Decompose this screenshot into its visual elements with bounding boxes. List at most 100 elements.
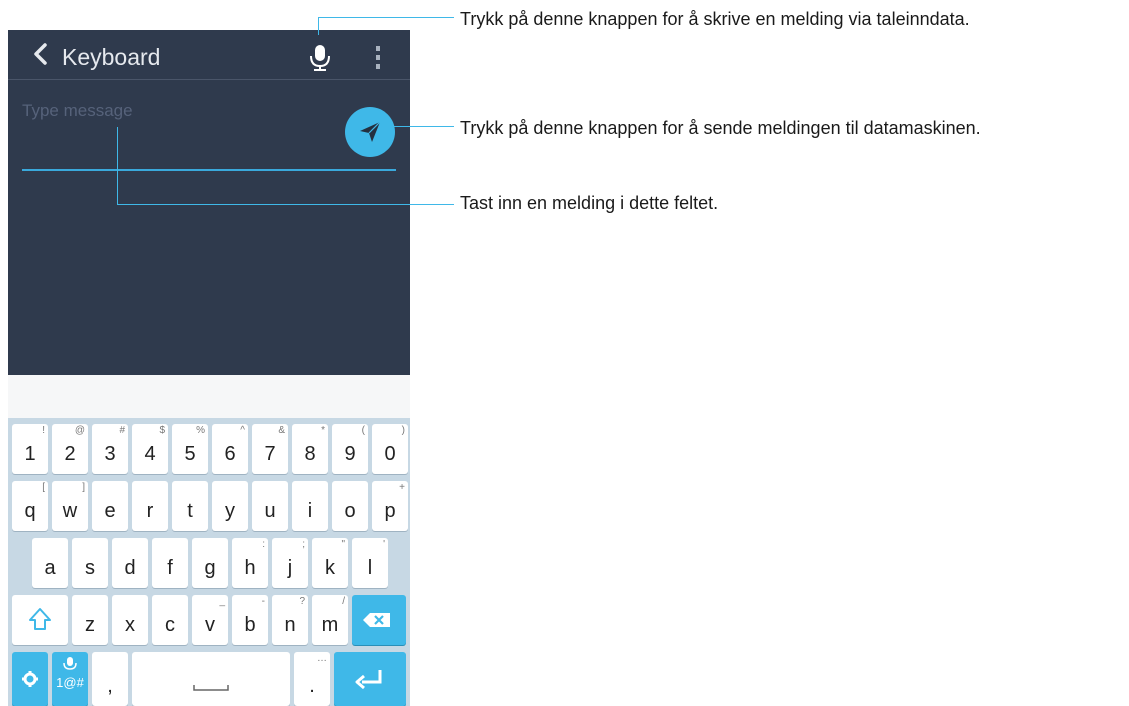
key-label: , xyxy=(107,675,113,697)
key-label: . xyxy=(309,675,315,697)
page-title: Keyboard xyxy=(62,44,161,70)
key-i[interactable]: i xyxy=(292,481,328,531)
input-underline xyxy=(22,169,396,171)
key-9[interactable]: 9( xyxy=(332,424,368,474)
key-5[interactable]: 5% xyxy=(172,424,208,474)
key-label: s xyxy=(85,557,95,579)
message-input[interactable] xyxy=(22,94,332,128)
key-secondary-label: … xyxy=(317,653,327,664)
space-key[interactable] xyxy=(132,652,290,706)
key-secondary-label: ) xyxy=(401,425,405,436)
send-button[interactable] xyxy=(345,107,395,157)
key-z[interactable]: z xyxy=(72,595,108,645)
key-b[interactable]: b- xyxy=(232,595,268,645)
key-d[interactable]: d xyxy=(112,538,148,588)
key-secondary-label: @ xyxy=(74,425,85,436)
key-label: v xyxy=(205,614,215,636)
key-label: g xyxy=(204,557,216,579)
key-2[interactable]: 2 @ xyxy=(52,424,88,474)
key-label: 2 xyxy=(64,443,76,465)
key-4[interactable]: 4 $ xyxy=(132,424,168,474)
phone-screen: Keyboard 1!2@3#4$5%6^7&8*9(0)q[w]ertyuio… xyxy=(8,30,410,706)
key-label: 1@# xyxy=(56,675,84,690)
key-secondary-label: $ xyxy=(159,425,165,436)
key-label: 1 xyxy=(24,443,36,465)
key-label: h xyxy=(244,557,256,579)
callout-line-mic xyxy=(318,17,454,18)
key-label: 0 xyxy=(384,443,396,465)
key-u[interactable]: u xyxy=(252,481,288,531)
key-w[interactable]: w] xyxy=(52,481,88,531)
key-label: 9 xyxy=(344,443,356,465)
key-h[interactable]: h: xyxy=(232,538,268,588)
symbols-key[interactable]: 1@# xyxy=(52,652,88,706)
key-x[interactable]: x xyxy=(112,595,148,645)
key-label: 4 xyxy=(144,443,156,465)
key-a[interactable]: a xyxy=(32,538,68,588)
key-label: 5 xyxy=(184,443,196,465)
chevron-left-icon[interactable] xyxy=(28,41,54,67)
send-icon xyxy=(360,121,381,142)
key-k[interactable]: k " xyxy=(312,538,348,588)
key-secondary-label: % xyxy=(196,425,205,436)
key-label: k xyxy=(325,557,335,579)
key-v[interactable]: v _ xyxy=(192,595,228,645)
key-label: m xyxy=(321,614,339,636)
key-t[interactable]: t xyxy=(172,481,208,531)
annotation-send: Trykk på denne knappen for å sende meldi… xyxy=(460,118,981,138)
key-o[interactable]: o xyxy=(332,481,368,531)
period-key[interactable]: .… xyxy=(294,652,330,706)
key-secondary-label: [ xyxy=(42,482,45,493)
shift-icon xyxy=(29,608,51,630)
more-vert-icon[interactable] xyxy=(366,44,390,72)
key-r[interactable]: r xyxy=(132,481,168,531)
key-8[interactable]: 8 * xyxy=(292,424,328,474)
enter-key[interactable] xyxy=(334,652,406,706)
annotation-input: Tast inn en melding i dette feltet. xyxy=(460,193,719,213)
comma-key[interactable]: , xyxy=(92,652,128,706)
key-y[interactable]: y xyxy=(212,481,248,531)
space-bar-icon xyxy=(193,685,229,691)
callout-line-mic xyxy=(318,17,319,35)
key-secondary-label: + xyxy=(399,482,405,493)
key-6[interactable]: 6 ^ xyxy=(212,424,248,474)
backspace-key[interactable] xyxy=(352,595,406,645)
key-j[interactable]: j; xyxy=(272,538,308,588)
key-g[interactable]: g xyxy=(192,538,228,588)
key-secondary-label: ' xyxy=(383,539,385,550)
key-label: f xyxy=(167,557,173,579)
key-3[interactable]: 3 # xyxy=(92,424,128,474)
key-s[interactable]: s xyxy=(72,538,108,588)
key-secondary-label: ; xyxy=(302,539,305,550)
backspace-icon xyxy=(363,613,390,627)
key-secondary-label: & xyxy=(278,425,285,436)
key-label: u xyxy=(264,500,276,522)
callout-line-send xyxy=(385,126,454,127)
key-7[interactable]: 7 & xyxy=(252,424,288,474)
key-l[interactable]: l ' xyxy=(352,538,388,588)
key-label: w xyxy=(62,500,78,522)
key-f[interactable]: f xyxy=(152,538,188,588)
key-n[interactable]: n? xyxy=(272,595,308,645)
key-1[interactable]: 1! xyxy=(12,424,48,474)
shift-key[interactable] xyxy=(12,595,68,645)
key-label: n xyxy=(284,614,296,636)
key-0[interactable]: 0) xyxy=(372,424,408,474)
key-q[interactable]: q[ xyxy=(12,481,48,531)
microphone-icon[interactable] xyxy=(306,44,334,72)
key-m[interactable]: m / xyxy=(312,595,348,645)
key-label: 3 xyxy=(104,443,116,465)
key-label: 8 xyxy=(304,443,316,465)
key-p[interactable]: p + xyxy=(372,481,408,531)
key-label: r xyxy=(146,500,154,522)
settings-key[interactable] xyxy=(12,652,48,706)
key-e[interactable]: e xyxy=(92,481,128,531)
key-label: l xyxy=(367,557,373,579)
key-secondary-label: - xyxy=(261,596,265,607)
key-label: c xyxy=(165,614,175,636)
key-label: z xyxy=(85,614,95,636)
key-secondary-label: " xyxy=(341,539,345,550)
key-c[interactable]: c xyxy=(152,595,188,645)
key-label: d xyxy=(124,557,136,579)
key-secondary-label: : xyxy=(262,539,265,550)
